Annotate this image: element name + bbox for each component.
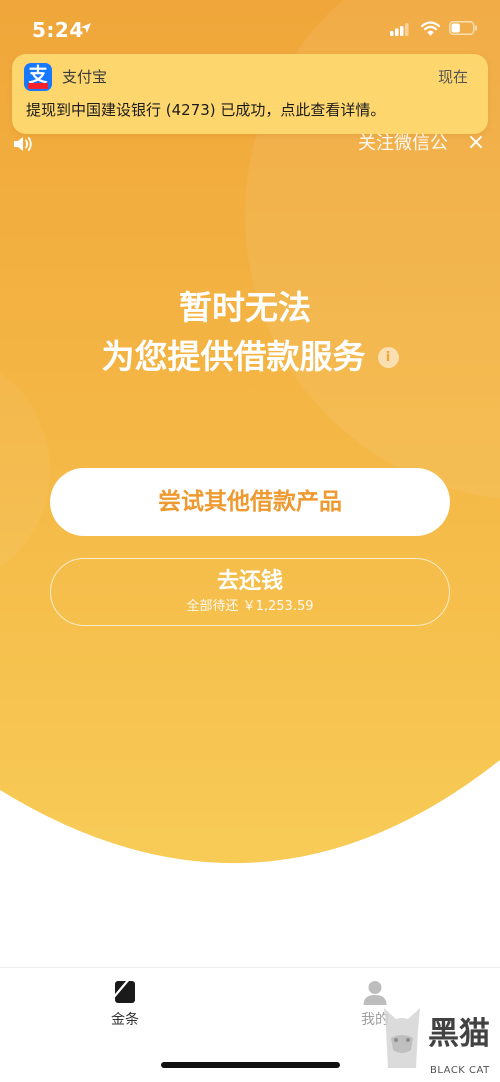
status-time: 5:24 <box>32 18 84 42</box>
tab-bar-divider <box>0 967 500 968</box>
repay-subtitle: 全部待还 ￥1,253.59 <box>186 599 314 614</box>
title-line-2-text: 为您提供借款服务 <box>101 337 366 376</box>
watermark-cat-icon <box>384 1008 420 1068</box>
notification-message: 提现到中国建设银行 (4273) 已成功，点此查看详情。 <box>26 101 386 119</box>
tab-label-jintiao: 金条 <box>111 1012 139 1028</box>
profile-icon <box>363 981 387 1005</box>
jintiao-icon <box>115 981 135 1003</box>
screen: 5:24 支 支付宝 现在 提现到中国建设银行 (4273) 已成功，点此查看详… <box>0 0 500 1082</box>
wifi-icon <box>421 21 440 36</box>
location-arrow-icon <box>81 23 91 33</box>
close-icon[interactable]: × <box>466 129 486 157</box>
watermark-text: 黑猫 <box>428 1016 490 1052</box>
tab-jintiao[interactable]: 金条 <box>75 978 175 1030</box>
speaker-icon <box>14 137 32 151</box>
battery-icon <box>449 21 477 35</box>
info-icon[interactable]: i <box>377 346 399 368</box>
follow-wechat-text[interactable]: 关注微信公 <box>358 131 448 157</box>
title-line-2: 为您提供借款服务 i <box>0 337 500 377</box>
alipay-icon: 支 <box>24 63 52 91</box>
alipay-logo-tag <box>28 83 48 89</box>
battery-fill <box>451 23 460 33</box>
home-indicator[interactable] <box>161 1062 340 1068</box>
notification-time: 现在 <box>437 68 468 86</box>
notification-banner[interactable]: 支 支付宝 现在 提现到中国建设银行 (4273) 已成功，点此查看详情。 <box>12 54 488 134</box>
notification-app-name: 支付宝 <box>62 68 108 86</box>
signal-icon <box>390 23 409 36</box>
watermark-subtext: BLACK CAT <box>430 1065 490 1076</box>
repay-button[interactable]: 去还钱 全部待还 ￥1,253.59 <box>50 558 450 626</box>
title-line-1: 暂时无法 <box>179 288 311 327</box>
repay-title: 去还钱 <box>216 569 283 594</box>
try-other-loan-button[interactable]: 尝试其他借款产品 <box>50 468 450 536</box>
